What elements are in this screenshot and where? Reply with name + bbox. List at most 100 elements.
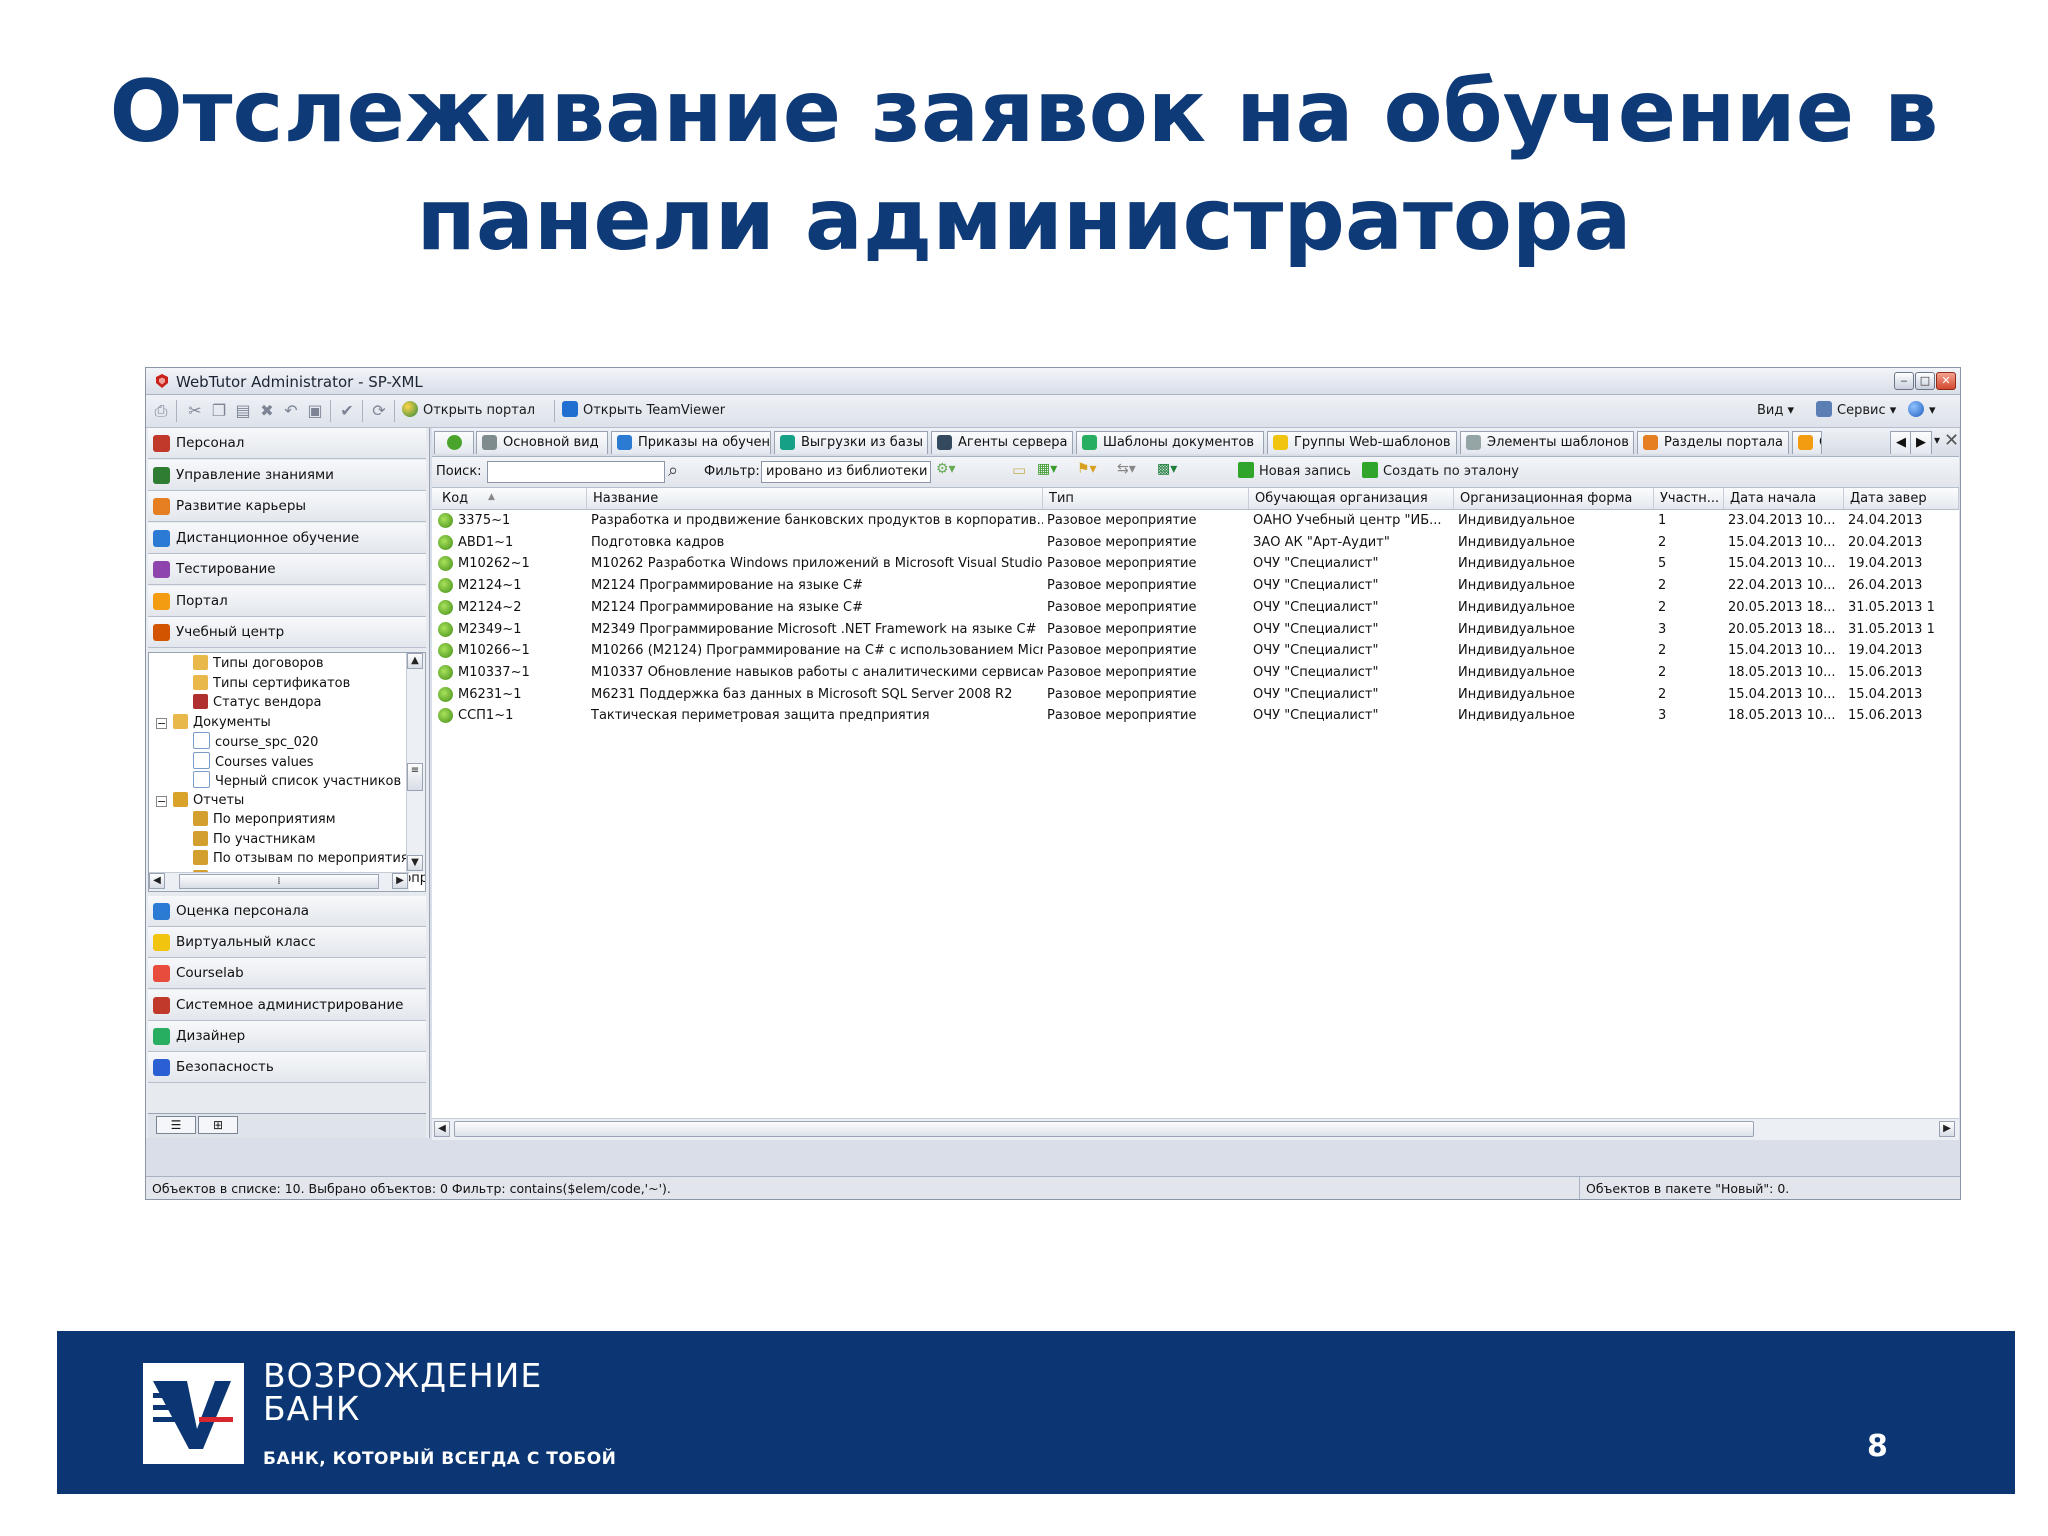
scroll-right-icon[interactable]: ▶ bbox=[1939, 1121, 1955, 1137]
close-tab-icon[interactable]: ✕ bbox=[1944, 430, 1959, 451]
properties-icon[interactable]: ▣ bbox=[306, 402, 324, 420]
sidebar-item[interactable]: Персонал bbox=[148, 428, 426, 459]
tree-node[interactable]: По отзывам по мероприятиям bbox=[193, 849, 418, 869]
tree-node[interactable]: По мероприятиям bbox=[193, 810, 336, 830]
sidebar-item[interactable]: Управление знаниями bbox=[148, 459, 426, 491]
refresh-icon[interactable]: ⟳ bbox=[370, 402, 388, 420]
maximize-button[interactable]: □ bbox=[1915, 372, 1935, 390]
tab-item[interactable]: Элементы шаблонов bbox=[1460, 431, 1634, 454]
scroll-thumb[interactable]: ⁞ bbox=[179, 874, 379, 889]
sidebar-item[interactable]: Дизайнер bbox=[148, 1020, 426, 1052]
scroll-thumb[interactable] bbox=[454, 1121, 1754, 1137]
table-row[interactable]: M2124~1 M2124 Программирование на языке C… bbox=[432, 575, 1959, 597]
column-header[interactable]: Дата завер bbox=[1844, 488, 1959, 509]
sidebar-item[interactable]: Оценка персонала bbox=[148, 896, 426, 927]
tree-node[interactable]: Черный список участников bbox=[193, 771, 401, 791]
tab-item[interactable]: Шаблоны документов bbox=[1076, 431, 1264, 454]
delete-icon[interactable]: ✖ bbox=[258, 402, 276, 420]
column-header[interactable]: Участн... bbox=[1654, 488, 1724, 509]
tree-node[interactable]: Courses values bbox=[193, 751, 314, 772]
undo-icon[interactable]: ↶ bbox=[282, 402, 300, 420]
tab-item[interactable]: Сл bbox=[1792, 431, 1822, 454]
tree-node[interactable]: course_spc_020 bbox=[193, 732, 318, 752]
scroll-down-icon[interactable]: ▼ bbox=[407, 855, 423, 871]
hierarchy-icon[interactable]: ⚑▾ bbox=[1077, 461, 1097, 477]
view-menu[interactable]: Вид ▾ bbox=[1757, 401, 1794, 421]
window-titlebar[interactable]: WebTutor Administrator - SP-XML ‒ □ ✕ bbox=[146, 368, 1960, 395]
scroll-left-icon[interactable]: ◀ bbox=[149, 873, 165, 889]
tree-vertical-scrollbar[interactable]: ▲ ≡ ▼ bbox=[406, 653, 425, 873]
table-row[interactable]: M2349~1 M2349 Программирование Microsoft … bbox=[432, 619, 1959, 641]
tree-view-tab[interactable]: ⊞ bbox=[198, 1116, 238, 1134]
scroll-thumb[interactable]: ≡ bbox=[407, 763, 423, 791]
column-header[interactable]: Организационная форма bbox=[1454, 488, 1654, 509]
close-button[interactable]: ✕ bbox=[1936, 372, 1956, 390]
filter-options-icon[interactable]: ⚙▾ bbox=[936, 461, 956, 477]
filter-input[interactable]: ировано из библиотеки bbox=[761, 461, 931, 483]
table-row[interactable]: 3375~1 Разработка и продвижение банковски… bbox=[432, 510, 1959, 532]
tab-item[interactable]: Агенты сервера bbox=[931, 431, 1073, 454]
table-row[interactable]: M2124~2 M2124 Программирование на языке C… bbox=[432, 597, 1959, 619]
tabs-scroll-left-button[interactable]: ◀ bbox=[1890, 431, 1912, 454]
sidebar-item[interactable]: Виртуальный класс bbox=[148, 927, 426, 959]
tree-expander-icon[interactable]: − bbox=[156, 717, 167, 729]
excel-export-icon[interactable]: ▩▾ bbox=[1157, 461, 1177, 477]
print-icon[interactable]: ⎙ bbox=[152, 402, 170, 420]
sidebar-item[interactable]: Дистанционное обучение bbox=[148, 522, 426, 554]
tree-node[interactable]: Документы bbox=[173, 713, 271, 733]
scroll-up-icon[interactable]: ▲ bbox=[407, 653, 423, 669]
table-row[interactable]: M10266~1 M10266 (M2124) Программирование … bbox=[432, 640, 1959, 662]
tabs-scroll-right-button[interactable]: ▶ bbox=[1910, 431, 1932, 454]
help-button[interactable]: ▾ bbox=[1908, 401, 1936, 421]
search-input[interactable] bbox=[487, 461, 665, 483]
table-row[interactable]: ABD1~1 Подготовка кадров Разовое мероприят… bbox=[432, 532, 1959, 554]
sidebar-item[interactable]: Учебный центр bbox=[148, 617, 426, 648]
tree-horizontal-scrollbar[interactable]: ◀ ⁞ ▶ bbox=[149, 872, 409, 891]
sidebar-item[interactable]: Развитие карьеры bbox=[148, 491, 426, 522]
tree-node[interactable]: Типы договоров bbox=[193, 654, 324, 674]
column-header[interactable]: Дата начала bbox=[1724, 488, 1844, 509]
tab-item[interactable]: Приказы на обучение bbox=[611, 431, 771, 454]
tree-node[interactable]: Статус вендора bbox=[193, 693, 321, 713]
sidebar-item[interactable]: Courselab bbox=[148, 958, 426, 990]
scroll-left-icon[interactable]: ◀ bbox=[434, 1121, 450, 1137]
sidebar-item[interactable]: Тестирование bbox=[148, 554, 426, 585]
sidebar-item[interactable]: Портал bbox=[148, 585, 426, 617]
tabs-menu-chevron-icon[interactable]: ▾ bbox=[1934, 433, 1940, 447]
tree-node[interactable]: Отчеты bbox=[173, 791, 244, 811]
table-row[interactable]: M10262~1 M10262 Разработка Windows прилож… bbox=[432, 553, 1959, 575]
tree-node[interactable]: Типы сертификатов bbox=[193, 674, 350, 694]
service-menu[interactable]: Сервис ▾ bbox=[1816, 401, 1896, 421]
column-header[interactable]: Код bbox=[436, 488, 587, 509]
search-icon[interactable]: ⌕ bbox=[668, 460, 678, 481]
tree-view[interactable]: Типы договоров Типы сертификатов Статус ве… bbox=[148, 652, 426, 892]
minimize-button[interactable]: ‒ bbox=[1894, 372, 1914, 390]
tab-item[interactable]: Группы Web-шаблонов bbox=[1267, 431, 1457, 454]
create-by-template-button[interactable]: Создать по эталону bbox=[1362, 462, 1519, 482]
paste-icon[interactable]: ▤ bbox=[234, 402, 252, 420]
check-icon[interactable]: ✔ bbox=[338, 402, 356, 420]
tab-item[interactable]: Основной вид bbox=[476, 431, 608, 454]
tab-item[interactable]: Разделы портала bbox=[1637, 431, 1789, 454]
column-header[interactable]: Название bbox=[587, 488, 1043, 509]
link-icon[interactable]: ⇆▾ bbox=[1117, 461, 1136, 477]
column-header[interactable]: Обучающая организация bbox=[1249, 488, 1454, 509]
grid-view-icon[interactable]: ▦▾ bbox=[1037, 461, 1057, 477]
new-record-button[interactable]: Новая запись bbox=[1238, 462, 1351, 482]
tree-node[interactable]: По участникам bbox=[193, 830, 316, 850]
open-teamviewer-button[interactable]: Открыть TeamViewer bbox=[562, 401, 725, 421]
column-header[interactable]: Тип bbox=[1043, 488, 1249, 509]
grid-horizontal-scrollbar[interactable]: ◀ ▶ bbox=[432, 1118, 1959, 1140]
sidebar-item[interactable]: Системное администрирование bbox=[148, 989, 426, 1021]
scroll-right-icon[interactable]: ▶ bbox=[392, 873, 408, 889]
table-row[interactable]: M6231~1 M6231 Поддержка баз данных в Micr… bbox=[432, 684, 1959, 706]
copy-icon[interactable]: ❐ bbox=[210, 402, 228, 420]
back-tab-button[interactable] bbox=[434, 431, 474, 454]
tree-expander-icon[interactable]: − bbox=[156, 795, 167, 807]
table-row[interactable]: ССП1~1 Тактическая периметровая защита пр… bbox=[432, 705, 1959, 727]
sidebar-item[interactable]: Безопасность bbox=[148, 1052, 426, 1083]
tab-item[interactable]: Выгрузки из базы bbox=[774, 431, 928, 454]
list-view-tab[interactable]: ☰ bbox=[156, 1116, 196, 1134]
open-folder-icon[interactable]: ▭ bbox=[1012, 461, 1026, 479]
table-row[interactable]: M10337~1 M10337 Обновление навыков работы… bbox=[432, 662, 1959, 684]
